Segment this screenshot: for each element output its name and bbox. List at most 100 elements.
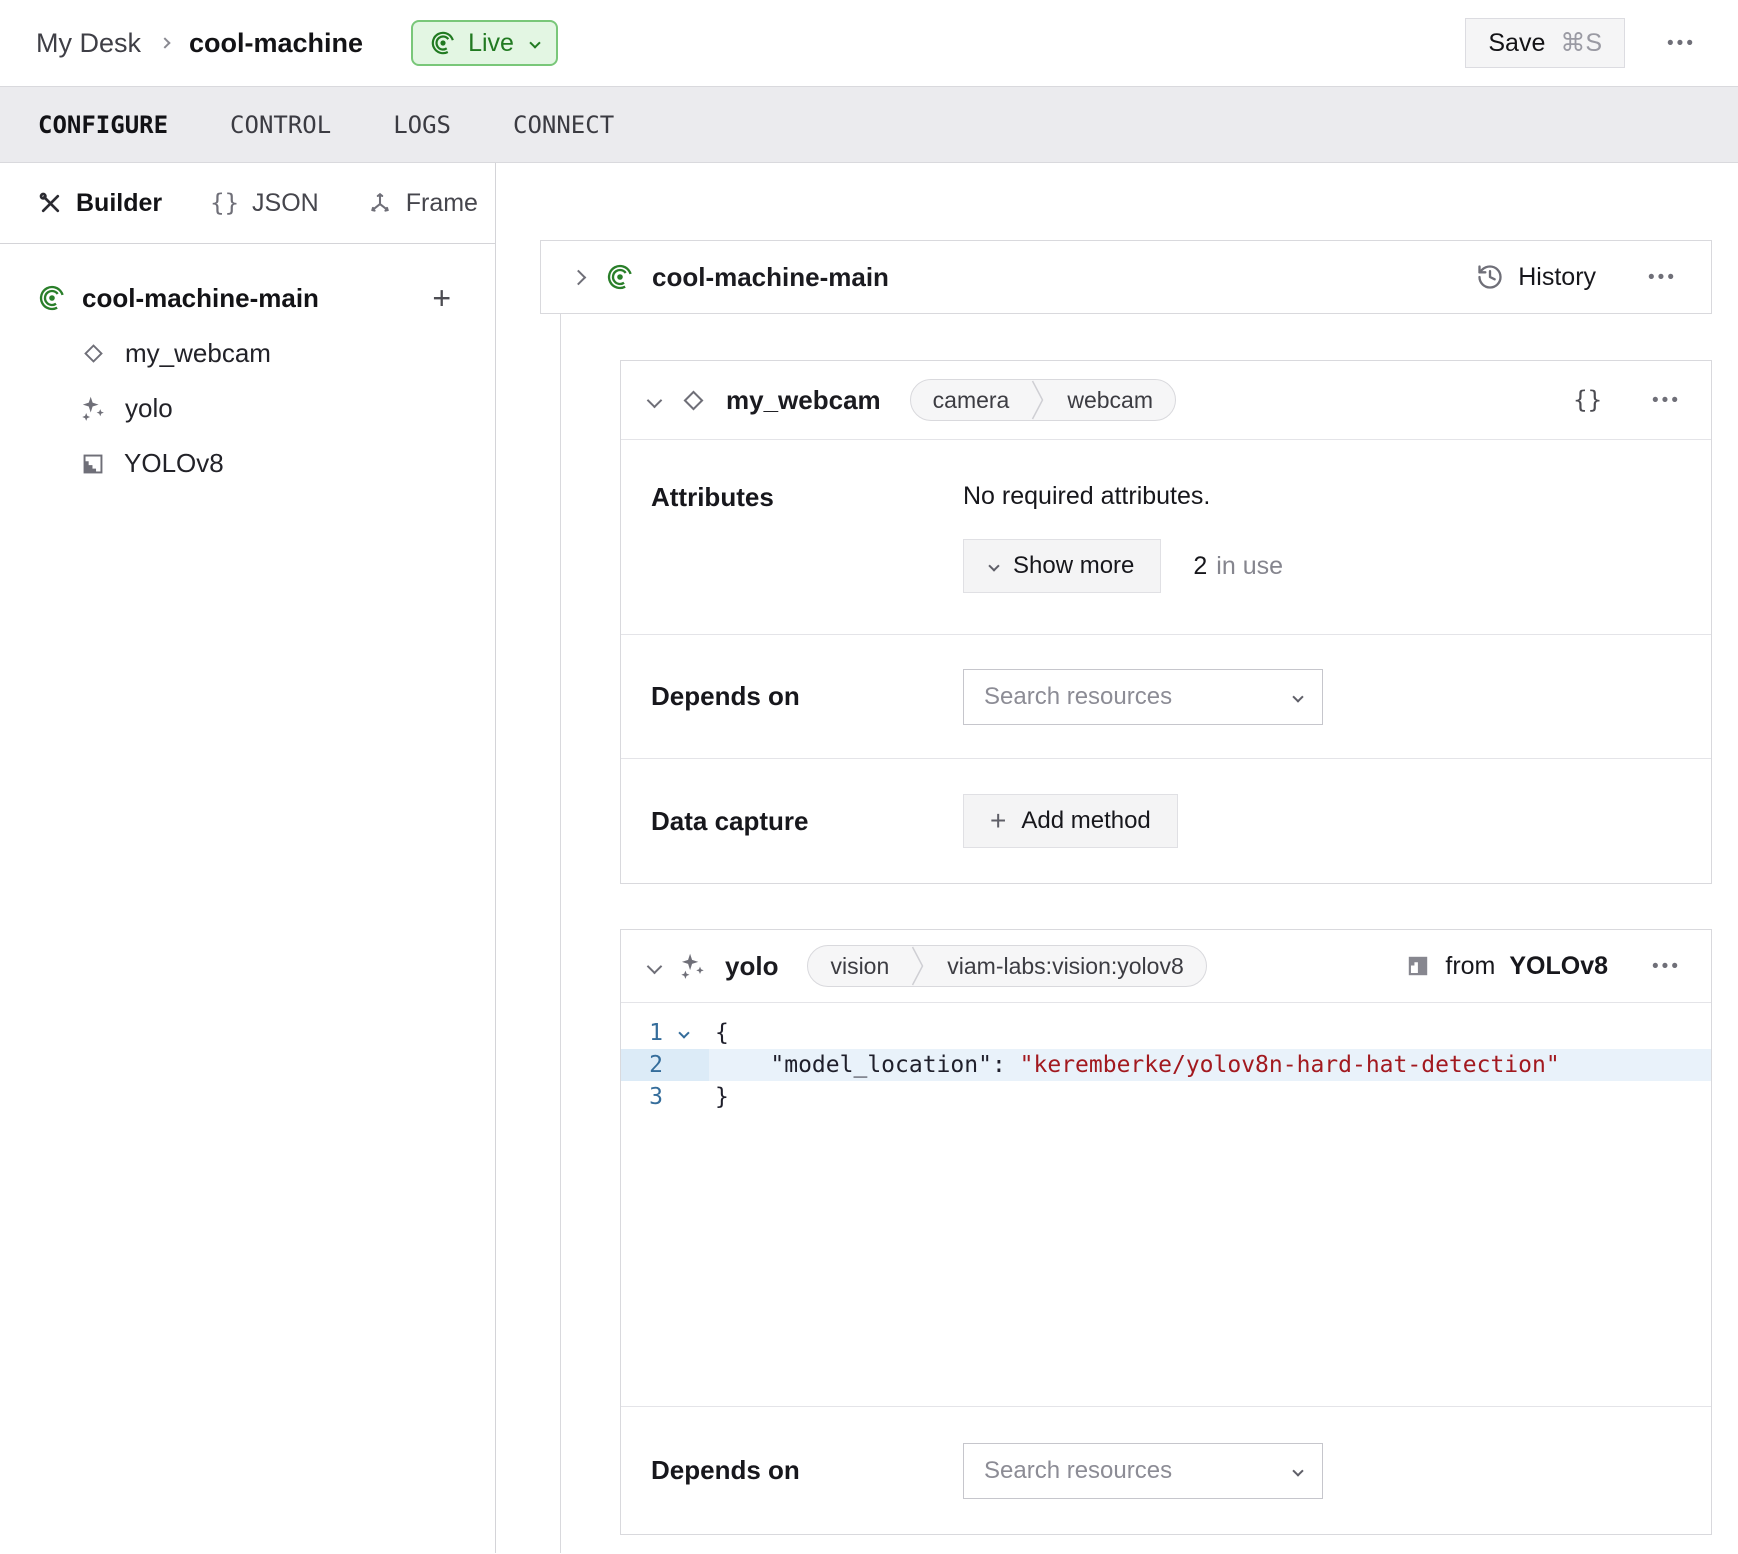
history-icon bbox=[1476, 263, 1504, 291]
breadcrumb-chevron-icon bbox=[159, 37, 170, 48]
attributes-in-use: 2 in use bbox=[1193, 552, 1283, 581]
code-string-value: "keremberke/yolov8n-hard-hat-detection" bbox=[1020, 1052, 1560, 1078]
depends-on-select[interactable]: Search resources bbox=[963, 669, 1323, 725]
tree-root-label: cool-machine-main bbox=[82, 283, 319, 314]
badge-divider bbox=[1031, 379, 1045, 421]
data-capture-label: Data capture bbox=[651, 806, 963, 837]
badge-divider bbox=[911, 945, 925, 987]
collapse-chevron-icon[interactable] bbox=[645, 391, 664, 410]
resource-name: yolo bbox=[725, 951, 778, 982]
plus-icon: + bbox=[990, 807, 1006, 835]
breadcrumb-machine-name: cool-machine bbox=[189, 28, 363, 59]
sparkles-icon bbox=[679, 952, 707, 980]
code-line: 1 { bbox=[621, 1017, 1711, 1049]
add-method-button[interactable]: + Add method bbox=[963, 794, 1178, 848]
resource-tree: cool-machine-main + my_webcam yolo bbox=[0, 244, 495, 491]
chevron-down-icon bbox=[988, 560, 999, 571]
badge-model: viam-labs:vision:yolov8 bbox=[925, 946, 1205, 986]
resource-card-yolo: yolo vision viam-labs:vision:yolov8 bbox=[620, 929, 1712, 1535]
part-card-cool-machine-main: cool-machine-main History ••• bbox=[540, 240, 1712, 314]
attributes-json-editor[interactable]: 1 { 2 "model_location": "keremberke/yolo… bbox=[621, 1002, 1711, 1406]
tab-control[interactable]: CONTROL bbox=[230, 111, 331, 139]
code-key: "model_location" bbox=[715, 1052, 992, 1078]
expand-chevron-icon[interactable] bbox=[569, 268, 588, 287]
collapse-chevron-icon[interactable] bbox=[645, 957, 664, 976]
chevron-down-icon bbox=[1292, 1465, 1303, 1476]
part-more-menu-button[interactable]: ••• bbox=[1642, 267, 1683, 288]
code-colon: : bbox=[992, 1052, 1020, 1078]
from-module-link[interactable]: from YOLOv8 bbox=[1405, 952, 1608, 981]
breadcrumb: My Desk cool-machine Live bbox=[36, 20, 558, 66]
from-label: from bbox=[1445, 952, 1495, 981]
select-placeholder: Search resources bbox=[984, 683, 1172, 711]
tree-item-label: yolo bbox=[125, 393, 173, 424]
code-line: 3 } bbox=[621, 1081, 1711, 1113]
save-shortcut: ⌘S bbox=[1560, 28, 1602, 58]
code-line-active: 2 "model_location": "keremberke/yolov8n-… bbox=[621, 1049, 1711, 1081]
depends-on-section: Depends on Search resources bbox=[621, 634, 1711, 758]
depends-on-section: Depends on Search resources bbox=[621, 1406, 1711, 1534]
broadcast-icon bbox=[606, 263, 634, 291]
tree-item-my-webcam[interactable]: my_webcam bbox=[0, 326, 495, 381]
tab-configure[interactable]: CONFIGURE bbox=[38, 111, 168, 139]
top-header: My Desk cool-machine Live Save ⌘S ••• bbox=[0, 0, 1738, 86]
diamond-icon bbox=[80, 340, 107, 367]
data-capture-section: Data capture + Add method bbox=[621, 758, 1711, 883]
broadcast-icon bbox=[430, 30, 456, 56]
in-use-label: in use bbox=[1216, 552, 1283, 581]
frame-axes-icon bbox=[367, 190, 393, 216]
resource-type-badges: vision viam-labs:vision:yolov8 bbox=[807, 945, 1206, 987]
chevron-down-icon bbox=[1292, 691, 1303, 702]
badge-api: vision bbox=[808, 946, 911, 986]
tree-item-main-part[interactable]: cool-machine-main + bbox=[0, 270, 495, 326]
tree-item-label: my_webcam bbox=[125, 338, 271, 369]
module-icon bbox=[80, 451, 106, 477]
sparkles-icon bbox=[80, 395, 107, 422]
more-menu-button[interactable]: ••• bbox=[1661, 33, 1702, 54]
tree-item-yolov8-module[interactable]: YOLOv8 bbox=[0, 436, 495, 491]
save-button[interactable]: Save ⌘S bbox=[1465, 18, 1625, 68]
from-module-name: YOLOv8 bbox=[1509, 952, 1608, 981]
depends-on-label: Depends on bbox=[651, 681, 963, 712]
save-label: Save bbox=[1488, 29, 1545, 58]
json-mode-toggle[interactable]: {} bbox=[1567, 385, 1608, 415]
badge-api: camera bbox=[911, 380, 1032, 420]
select-placeholder: Search resources bbox=[984, 1457, 1172, 1485]
tree-item-yolo[interactable]: yolo bbox=[0, 381, 495, 436]
part-name: cool-machine-main bbox=[652, 262, 889, 293]
broadcast-icon bbox=[38, 284, 66, 312]
tab-connect[interactable]: CONNECT bbox=[513, 111, 614, 139]
resource-name: my_webcam bbox=[726, 385, 881, 416]
diamond-icon bbox=[679, 386, 708, 415]
attributes-section: Attributes No required attributes. Show … bbox=[621, 439, 1711, 634]
attributes-note: No required attributes. bbox=[963, 482, 1283, 511]
main-nav-tabs: CONFIGURE CONTROL LOGS CONNECT bbox=[0, 86, 1738, 163]
show-more-button[interactable]: Show more bbox=[963, 539, 1161, 593]
resource-more-menu-button[interactable]: ••• bbox=[1646, 956, 1687, 977]
live-label: Live bbox=[468, 29, 514, 58]
module-icon bbox=[1405, 953, 1431, 979]
view-tab-json[interactable]: {} JSON bbox=[210, 189, 319, 218]
fold-chevron-icon[interactable] bbox=[663, 1029, 705, 1037]
live-status-button[interactable]: Live bbox=[411, 20, 558, 66]
tab-logs[interactable]: LOGS bbox=[393, 111, 451, 139]
code-text: } bbox=[709, 1084, 729, 1110]
history-button[interactable]: History bbox=[1470, 262, 1602, 293]
in-use-count: 2 bbox=[1193, 552, 1207, 581]
view-tab-builder[interactable]: Builder bbox=[38, 189, 162, 218]
resource-more-menu-button[interactable]: ••• bbox=[1646, 390, 1687, 411]
depends-on-select[interactable]: Search resources bbox=[963, 1443, 1323, 1499]
config-main-panel: cool-machine-main History ••• bbox=[496, 163, 1738, 1553]
add-resource-button[interactable]: + bbox=[426, 281, 457, 315]
chevron-down-icon bbox=[529, 37, 540, 48]
badge-model: webcam bbox=[1045, 380, 1175, 420]
code-text: "model_location": "keremberke/yolov8n-ha… bbox=[709, 1052, 1560, 1078]
breadcrumb-my-desk[interactable]: My Desk bbox=[36, 28, 141, 59]
view-tab-frame[interactable]: Frame bbox=[367, 189, 478, 218]
line-number: 3 bbox=[621, 1084, 663, 1110]
line-number: 2 bbox=[621, 1052, 663, 1078]
tree-item-label: YOLOv8 bbox=[124, 448, 224, 479]
tools-icon bbox=[38, 191, 63, 216]
depends-on-label: Depends on bbox=[651, 1455, 963, 1486]
tree-connector-line bbox=[560, 314, 561, 1553]
